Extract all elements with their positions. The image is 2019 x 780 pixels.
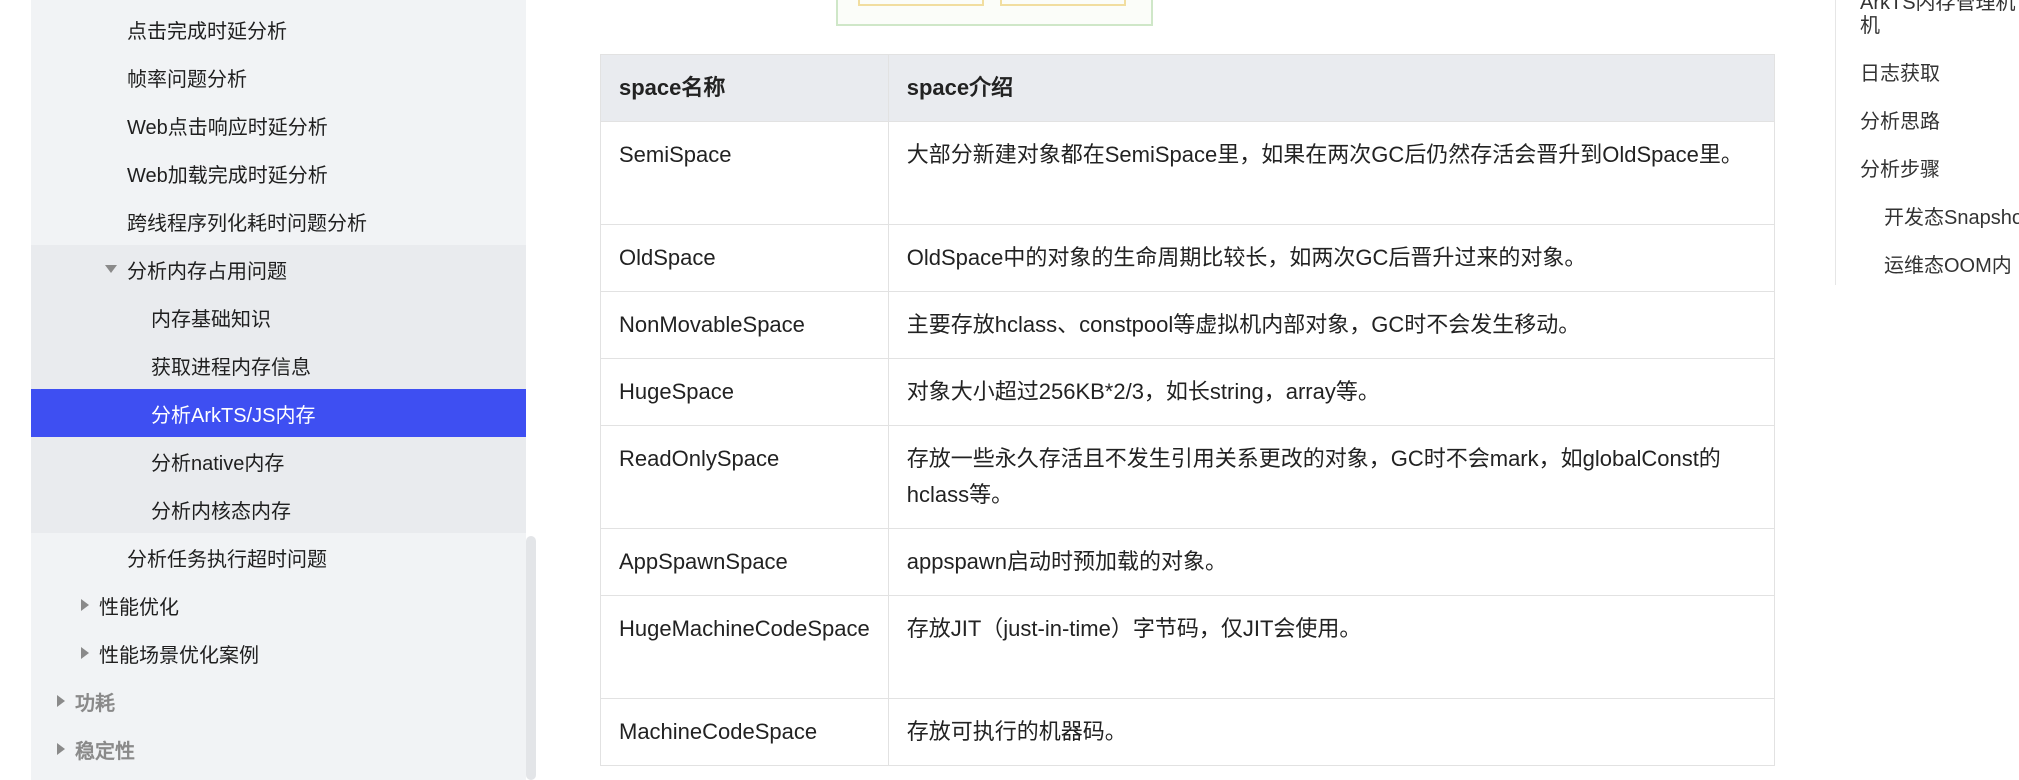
table-row: SemiSpace 大部分新建对象都在SemiSpace里，如果在两次GC后仍然…: [600, 121, 1776, 225]
nav-item-click-latency[interactable]: 点击完成时延分析: [31, 5, 526, 53]
space-name: NonMovableSpace: [600, 291, 889, 359]
space-desc: 存放可执行的机器码。: [887, 698, 1776, 766]
left-nav-tree: 点击完成时延分析 帧率问题分析 Web点击响应时延分析 Web加载完成时延分析 …: [31, 0, 526, 780]
table-row: NonMovableSpace 主要存放hclass、constpool等虚拟机…: [600, 291, 1776, 359]
toc-item-analysis-steps[interactable]: 分析步骤: [1860, 153, 1940, 182]
nav-item-process-memory-info[interactable]: 获取进程内存信息: [31, 341, 526, 389]
nav-item-stability[interactable]: 稳定性: [31, 725, 526, 773]
chevron-right-icon[interactable]: [81, 599, 89, 611]
nav-item-performance-optimization[interactable]: 性能优化: [31, 581, 526, 629]
nav-item-web-click-latency[interactable]: Web点击响应时延分析: [31, 101, 526, 149]
space-name: SemiSpace: [600, 121, 889, 225]
nav-item-cross-thread-serialization[interactable]: 跨线程序列化耗时问题分析: [31, 197, 526, 245]
column-header-space-desc: space介绍: [887, 54, 1776, 122]
diagram-image-fragment: [836, 0, 1153, 26]
toc-item-analysis-approach[interactable]: 分析思路: [1860, 105, 1940, 134]
table-header-row: space名称 space介绍: [600, 54, 1776, 122]
table-row: AppSpawnSpace appspawn启动时预加载的对象。: [600, 528, 1776, 596]
nav-item-task-timeout[interactable]: 分析任务执行超时问题: [31, 533, 526, 581]
table-row: HugeMachineCodeSpace 存放JIT（just-in-time）…: [600, 595, 1776, 699]
toc-item-ops-oom[interactable]: 运维态OOM内: [1884, 249, 2012, 278]
nav-item-web-load-latency[interactable]: Web加载完成时延分析: [31, 149, 526, 197]
space-name: HugeMachineCodeSpace: [600, 595, 889, 699]
nav-item-kernel-memory[interactable]: 分析内核态内存: [31, 485, 526, 533]
chevron-down-icon[interactable]: [105, 265, 117, 273]
column-header-space-name: space名称: [600, 54, 889, 122]
space-desc: appspawn启动时预加载的对象。: [887, 528, 1776, 596]
space-name: HugeSpace: [600, 358, 889, 426]
space-desc: 存放一些永久存活且不发生引用关系更改的对象，GC时不会mark，如globalC…: [887, 425, 1776, 529]
space-name: OldSpace: [600, 224, 889, 292]
nav-item-performance-scenarios[interactable]: 性能场景优化案例: [31, 629, 526, 677]
space-desc: 主要存放hclass、constpool等虚拟机内部对象，GC时不会发生移动。: [887, 291, 1776, 359]
table-row: ReadOnlySpace 存放一些永久存活且不发生引用关系更改的对象，GC时不…: [600, 425, 1776, 529]
nav-item-arkts-js-memory[interactable]: 分析ArkTS/JS内存: [31, 389, 526, 437]
space-desc: OldSpace中的对象的生命周期比较长，如两次GC后晋升过来的对象。: [887, 224, 1776, 292]
space-desc: 存放JIT（just-in-time）字节码，仅JIT会使用。: [887, 595, 1776, 699]
table-row: HugeSpace 对象大小超过256KB*2/3，如长string，array…: [600, 358, 1776, 426]
space-desc: 大部分新建对象都在SemiSpace里，如果在两次GC后仍然存活会晋升到OldS…: [887, 121, 1776, 225]
space-name: AppSpawnSpace: [600, 528, 889, 596]
nav-item-frame-rate[interactable]: 帧率问题分析: [31, 53, 526, 101]
nav-scrollbar[interactable]: [526, 536, 536, 780]
toc-item-arkts-memory-cont[interactable]: 机: [1860, 9, 1880, 38]
nav-item-memory-usage[interactable]: 分析内存占用问题: [31, 245, 526, 293]
table-row: OldSpace OldSpace中的对象的生命周期比较长，如两次GC后晋升过来…: [600, 224, 1776, 292]
on-this-page-toc: ArkTS内存管理机 机 日志获取 分析思路 分析步骤 开发态Snapshot …: [1835, 0, 2019, 285]
toc-item-arkts-memory[interactable]: ArkTS内存管理机: [1860, 0, 2016, 15]
nav-item-memory-basics[interactable]: 内存基础知识: [31, 293, 526, 341]
table-row: MachineCodeSpace 存放可执行的机器码。: [600, 698, 1776, 766]
space-name: MachineCodeSpace: [600, 698, 889, 766]
toc-item-log-capture[interactable]: 日志获取: [1860, 57, 1940, 86]
nav-item-power[interactable]: 功耗: [31, 677, 526, 725]
chevron-right-icon[interactable]: [57, 695, 65, 707]
space-desc: 对象大小超过256KB*2/3，如长string，array等。: [887, 358, 1776, 426]
nav-item-native-memory[interactable]: 分析native内存: [31, 437, 526, 485]
toc-item-dev-snapshot[interactable]: 开发态Snapshot: [1884, 201, 2019, 230]
space-name: ReadOnlySpace: [600, 425, 889, 529]
space-table: space名称 space介绍 SemiSpace 大部分新建对象都在SemiS…: [600, 54, 1776, 766]
chevron-right-icon[interactable]: [57, 743, 65, 755]
chevron-right-icon[interactable]: [81, 647, 89, 659]
